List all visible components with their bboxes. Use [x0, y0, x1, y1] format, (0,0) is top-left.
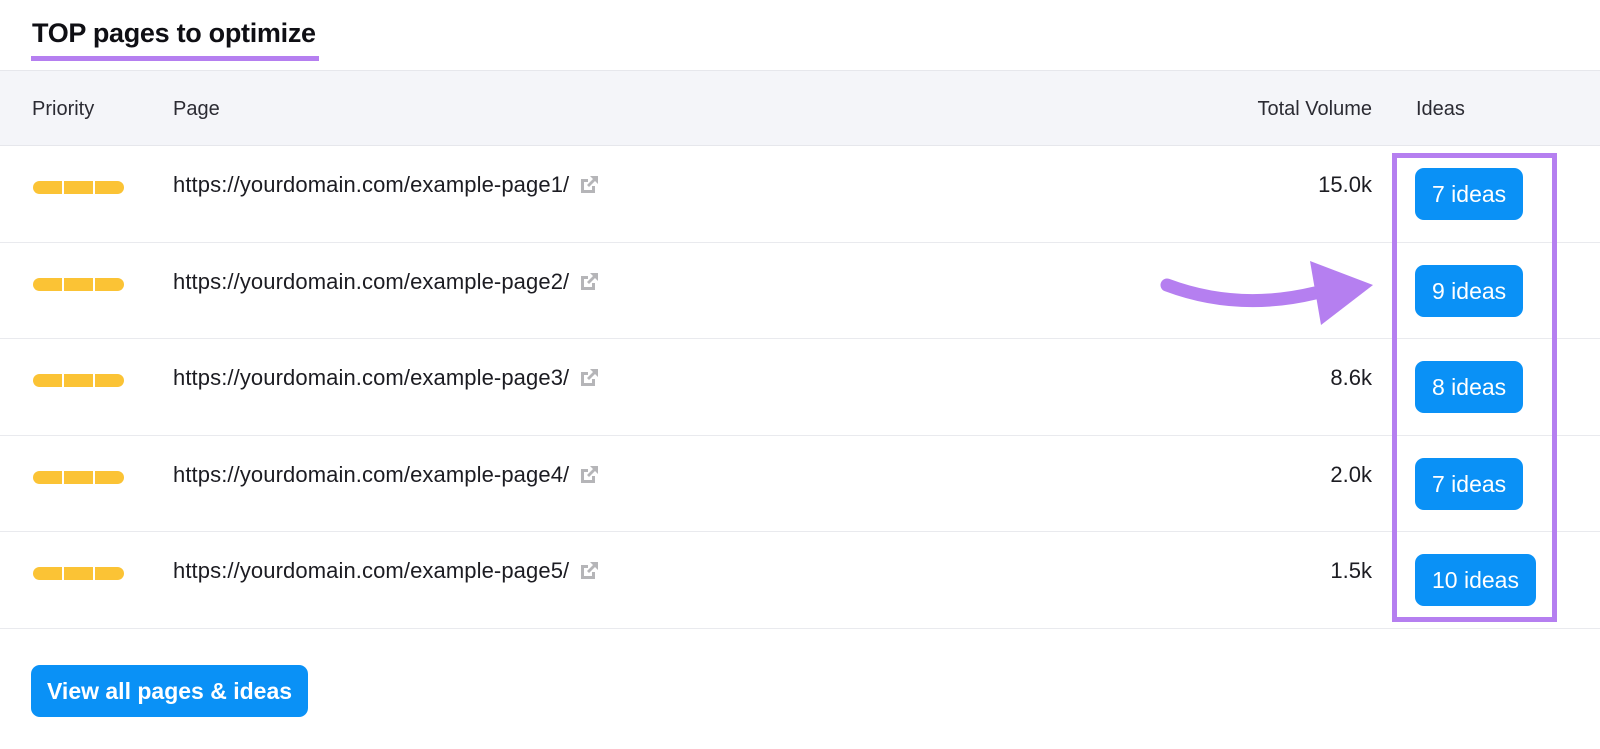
priority-bar-segment [95, 181, 124, 194]
page-url-link[interactable]: https://yourdomain.com/example-page3/ [173, 364, 569, 392]
priority-bar-segment [33, 470, 62, 484]
total-volume: 15.0k [1318, 172, 1372, 197]
priority-bar-segment [64, 181, 93, 194]
priority-indicator [33, 181, 124, 194]
ideas-button[interactable]: 7 ideas [1415, 457, 1524, 510]
table-row: https://yourdomain.com/example-page2/ 9 … [0, 243, 1600, 340]
column-header-priority: Priority [32, 98, 95, 120]
external-link-icon[interactable] [577, 270, 601, 294]
priority-bar-segment [95, 470, 124, 484]
column-header-total-volume: Total Volume [1257, 98, 1372, 120]
page-cell: https://yourdomain.com/example-page5/ [173, 557, 601, 585]
page-cell: https://yourdomain.com/example-page1/ [173, 171, 601, 199]
section-header: TOP pages to optimize [31, 16, 319, 61]
page-url-link[interactable]: https://yourdomain.com/example-page5/ [173, 557, 569, 585]
total-volume: 2.0k [1330, 461, 1372, 487]
total-volume: 8.6k [1330, 365, 1372, 391]
page-cell: https://yourdomain.com/example-page3/ [173, 364, 601, 392]
table-row: https://yourdomain.com/example-page5/ 1.… [0, 532, 1600, 629]
pages-table: Priority Page Total Volume Ideas https:/… [0, 70, 1600, 629]
priority-indicator [33, 567, 124, 581]
priority-bar-segment [95, 374, 124, 388]
priority-bar-segment [64, 277, 93, 291]
priority-bar-segment [64, 470, 93, 484]
page-url-link[interactable]: https://yourdomain.com/example-page4/ [173, 461, 569, 489]
priority-bar-segment [33, 277, 62, 291]
priority-indicator [33, 374, 124, 388]
external-link-icon[interactable] [577, 463, 601, 487]
view-all-pages-button[interactable]: View all pages & ideas [31, 665, 309, 717]
page-url-link[interactable]: https://yourdomain.com/example-page1/ [173, 171, 569, 199]
priority-bar-segment [95, 567, 124, 581]
ideas-button[interactable]: 9 ideas [1415, 264, 1524, 317]
priority-bar-segment [64, 374, 93, 388]
page-title: TOP pages to optimize [31, 16, 319, 61]
priority-bar-segment [95, 277, 124, 291]
priority-bar-segment [33, 567, 62, 581]
column-header-ideas: Ideas [1416, 98, 1465, 120]
table-body: https://yourdomain.com/example-page1/ 15… [0, 146, 1600, 629]
priority-bar-segment [64, 567, 93, 581]
total-volume: 1.5k [1330, 558, 1372, 584]
ideas-button[interactable]: 7 ideas [1415, 168, 1524, 220]
priority-indicator [33, 470, 124, 484]
ideas-button[interactable]: 10 ideas [1415, 554, 1536, 607]
table-row: https://yourdomain.com/example-page4/ 2.… [0, 436, 1600, 533]
priority-bar-segment [33, 181, 62, 194]
page-cell: https://yourdomain.com/example-page2/ [173, 268, 601, 296]
page-cell: https://yourdomain.com/example-page4/ [173, 461, 601, 489]
external-link-icon[interactable] [577, 366, 601, 390]
table-header: Priority Page Total Volume Ideas [0, 70, 1600, 146]
priority-indicator [33, 277, 124, 291]
column-header-page: Page [173, 98, 220, 120]
table-row: https://yourdomain.com/example-page1/ 15… [0, 146, 1600, 243]
table-row: https://yourdomain.com/example-page3/ 8.… [0, 339, 1600, 436]
external-link-icon[interactable] [577, 559, 601, 583]
ideas-button[interactable]: 8 ideas [1415, 361, 1524, 414]
priority-bar-segment [33, 374, 62, 388]
external-link-icon[interactable] [577, 173, 601, 197]
page-url-link[interactable]: https://yourdomain.com/example-page2/ [173, 268, 569, 296]
